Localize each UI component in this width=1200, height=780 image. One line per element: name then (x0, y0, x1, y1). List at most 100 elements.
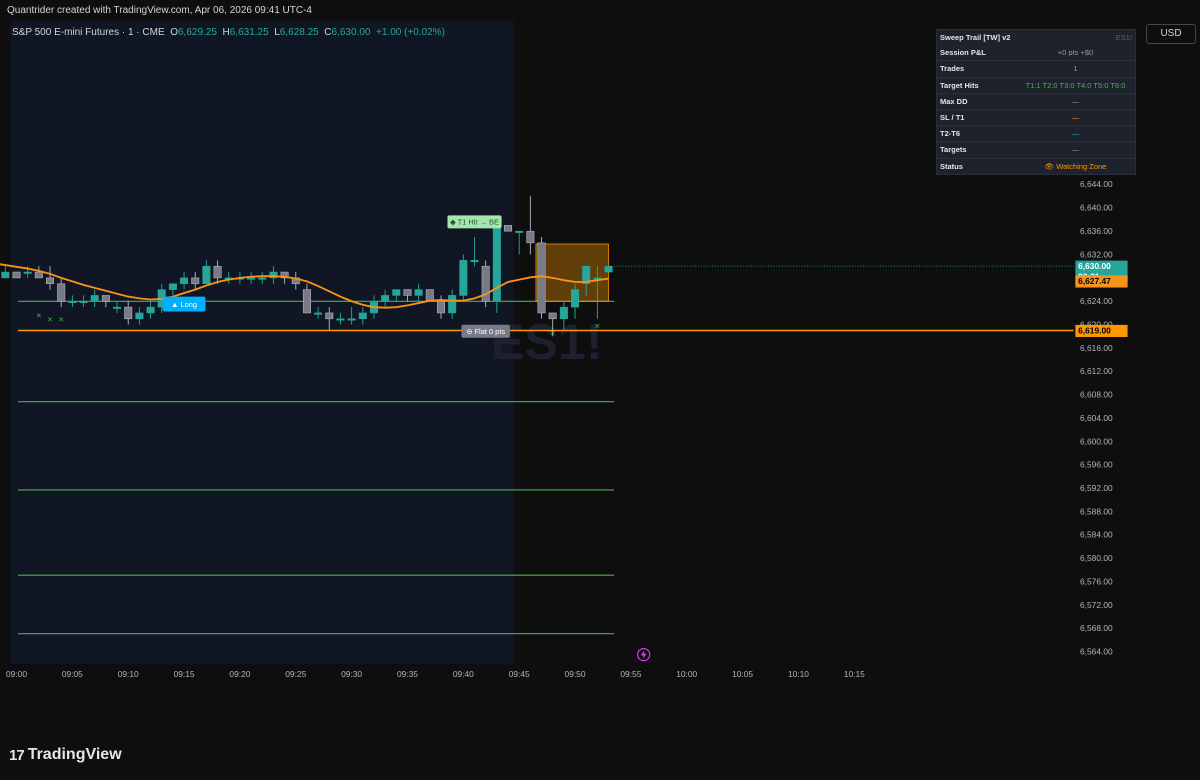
candle-down (548, 312, 557, 320)
candle-up (358, 312, 367, 320)
symbol-watermark: ES1! (491, 313, 603, 370)
time-tick-label: 09:10 (118, 669, 139, 679)
time-tick-label: 09:40 (453, 669, 474, 679)
candle-up (258, 277, 267, 280)
panel-row-value: — (1071, 96, 1080, 106)
time-tick-label: 09:50 (565, 669, 586, 679)
candle-down (34, 271, 43, 279)
time-tick-label: 09:25 (285, 669, 306, 679)
candle-down (191, 277, 200, 285)
candle-up (604, 265, 613, 273)
candle-up (470, 260, 479, 263)
candle-down (101, 295, 110, 302)
panel-row: SL / T1 — (937, 108, 1135, 125)
candle-up (180, 277, 189, 285)
price-tick-label: 6,612.00 (1080, 366, 1113, 376)
panel-row: Trades 1 (937, 60, 1135, 76)
tradingview-logo[interactable]: 17 TradingView (9, 746, 122, 764)
price-tick-label: 6,596.00 (1080, 460, 1113, 470)
candle-up (459, 260, 468, 296)
indicator-stats-panel: Sweep Trail [TW] v2 ES1! Session P&L +0 p… (936, 29, 1136, 175)
price-tick-label: 6,592.00 (1080, 483, 1113, 493)
candle-down (12, 271, 21, 279)
candle-up (414, 289, 423, 296)
panel-title: Sweep Trail [TW] v2 (940, 33, 1011, 43)
candle-down (325, 312, 334, 320)
price-tick-label: 6,632.00 (1080, 249, 1113, 259)
candle-up (448, 295, 457, 314)
panel-row-label: Target Hits (940, 80, 979, 90)
candle-down (403, 289, 412, 296)
currency-button[interactable]: USD (1146, 24, 1196, 44)
trade-label-text: ◆ T1 Hit → BE (450, 218, 499, 227)
candle-up (113, 306, 122, 309)
x-marker: × (47, 315, 52, 325)
symbol-legend: S&P 500 E-mini Futures · 1 · CME O6,629.… (12, 27, 445, 38)
open-value: 6,629.25 (178, 27, 217, 38)
panel-row-value: 1 (1073, 64, 1078, 74)
price-tick-label: 6,572.00 (1080, 600, 1113, 610)
time-tick-label: 10:15 (844, 669, 865, 679)
candle-down (213, 265, 222, 279)
candle-up (314, 312, 323, 315)
price-tick-label: 6,576.00 (1080, 576, 1113, 586)
candle-up (1, 271, 10, 279)
candle-down (46, 277, 55, 285)
panel-row: Max DD — (937, 92, 1135, 109)
time-tick-label: 09:45 (509, 669, 530, 679)
price-tick-label: 6,644.00 (1080, 179, 1113, 189)
candle-up (90, 295, 99, 302)
candle-up (68, 300, 77, 303)
panel-row-label: Max DD (940, 96, 968, 106)
close-label: C (324, 27, 332, 38)
panel-row-label: Session P&L (940, 48, 986, 58)
candle-up (23, 271, 32, 274)
price-tick-label: 6,564.00 (1080, 647, 1113, 657)
close-value: 6,630.00 (331, 27, 371, 38)
x-marker: × (36, 311, 41, 321)
x-marker: × (58, 315, 63, 325)
candle-down (425, 289, 434, 302)
stop-price-badge: 6,619.00 (1075, 324, 1128, 338)
candle-up (347, 318, 356, 321)
panel-row-label: Status (940, 161, 963, 171)
candle-up (392, 289, 401, 296)
open-label: O (170, 27, 178, 38)
trade-label-text: ⊖ Flat 0 pts (466, 327, 505, 336)
price-tick-label: 6,584.00 (1080, 530, 1113, 540)
price-tick-label: 6,616.00 (1080, 343, 1113, 353)
candle-up (202, 265, 211, 285)
candle-up (381, 295, 390, 302)
candle-up (247, 277, 256, 280)
high-value: 6,631.25 (229, 27, 269, 38)
panel-row: T2-T6 — (937, 125, 1135, 141)
time-tick-label: 09:20 (229, 669, 250, 679)
candle-up (135, 312, 144, 320)
ema-price-badge: 6,627.47 (1075, 275, 1128, 288)
price-tick-label: 6,568.00 (1080, 623, 1113, 633)
time-tick-label: 09:00 (6, 669, 27, 679)
trade-label-text: ▲ Long (171, 300, 197, 309)
panel-row-value: 👁 Watching Zone (1044, 161, 1107, 171)
time-tick-label: 09:55 (620, 669, 641, 679)
panel-row-label: Targets (940, 145, 967, 155)
trade-label-t1: ◆ T1 Hit → BE (447, 215, 502, 229)
high-label: H (222, 27, 230, 38)
price-tick-label: 6,640.00 (1080, 203, 1113, 213)
stop-price-badge-text: 6,619.00 (1078, 325, 1111, 335)
time-tick-label: 09:05 (62, 669, 83, 679)
panel-row-label: T2-T6 (940, 129, 961, 139)
tradingview-logo-text: TradingView (27, 746, 122, 763)
candle-down (526, 230, 535, 244)
panel-header: Sweep Trail [TW] v2 ES1! (937, 30, 1135, 45)
x-marker: × (595, 321, 600, 331)
candle-up (336, 318, 345, 321)
panel-row-label: SL / T1 (940, 113, 965, 123)
low-value: 6,628.25 (279, 27, 319, 38)
symbol-name[interactable]: S&P 500 E-mini Futures · 1 · CME (12, 27, 165, 38)
change-value: +1.00 (+0.02%) (376, 27, 445, 38)
time-tick-label: 09:15 (174, 669, 195, 679)
last-price-badge-text: 6,630.00 (1078, 261, 1111, 271)
price-tick-label: 6,588.00 (1080, 506, 1113, 516)
x-marker: × (550, 328, 555, 338)
